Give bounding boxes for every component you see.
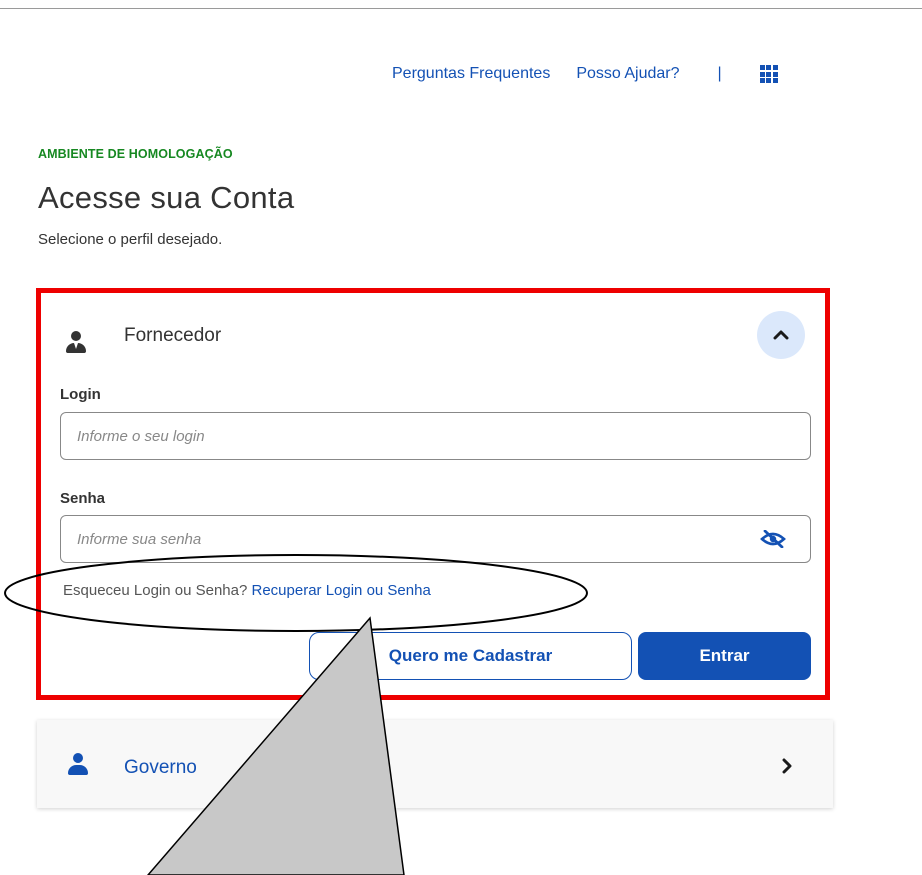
page-title: Acesse sua Conta [38,180,295,215]
register-button[interactable]: Quero me Cadastrar [309,632,632,680]
grid-apps-icon[interactable] [759,65,778,83]
login-input[interactable] [60,412,811,460]
help-link[interactable]: Posso Ajudar? [576,65,679,83]
collapse-button[interactable] [757,311,805,359]
forgot-question: Esqueceu Login ou Senha? [63,582,248,599]
top-border [0,8,922,9]
eye-slash-icon[interactable] [760,530,786,548]
forgot-credentials: Esqueceu Login ou Senha? Recuperar Login… [63,582,431,599]
fornecedor-profile-label[interactable]: Fornecedor [124,325,221,347]
chevron-right-icon[interactable] [780,757,794,775]
senha-label: Senha [60,490,106,507]
chevron-up-icon [773,330,789,340]
governo-profile-label[interactable]: Governo [124,757,197,779]
header-separator: | [717,65,722,82]
user-icon [68,753,88,775]
faq-link[interactable]: Perguntas Frequentes [392,65,550,83]
header-links: Perguntas Frequentes Posso Ajudar? | [392,62,778,86]
senha-input[interactable] [60,515,811,563]
enter-button[interactable]: Entrar [638,632,811,680]
user-tie-icon [66,331,86,353]
login-label: Login [60,386,101,403]
recover-credentials-link[interactable]: Recuperar Login ou Senha [252,582,431,599]
environment-label: AMBIENTE DE HOMOLOGAÇÃO [38,147,233,161]
page-subtitle: Selecione o perfil desejado. [38,231,223,248]
